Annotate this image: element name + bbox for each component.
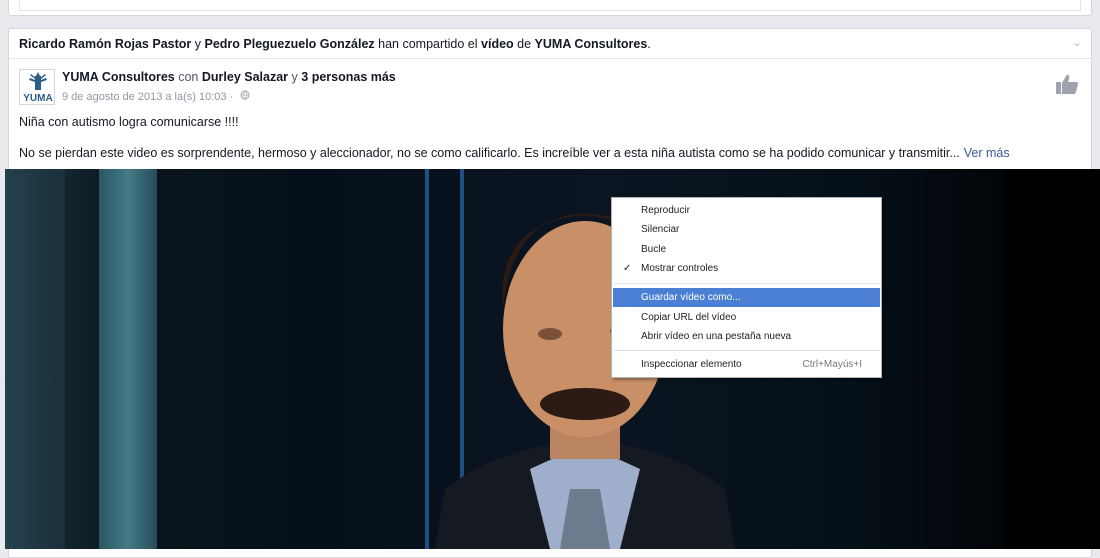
post-title: Niña con autismo logra comunicarse !!!! [19, 115, 239, 129]
previous-story-footer [19, 0, 1081, 11]
menu-item-show-controls[interactable]: ✓ Mostrar controles [613, 259, 880, 278]
privacy-globe-icon[interactable] [240, 90, 250, 103]
chevron-down-icon[interactable]: ⌄ [1071, 38, 1083, 49]
story-meta: 9 de agosto de 2013 a la(s) 10:03 · [62, 90, 250, 103]
others-link[interactable]: 3 personas más [301, 70, 396, 84]
post-body: No se pierdan este video es sorprendente… [19, 146, 1010, 160]
menu-item-copy-video-url[interactable]: Copiar URL del vídeo [613, 308, 880, 327]
menu-item-open-video-tab[interactable]: Abrir vídeo en una pestaña nueva [613, 327, 880, 346]
actor-line: YUMA Consultores con Durley Salazar y 3 … [62, 70, 396, 84]
author-link[interactable]: YUMA Consultores [62, 70, 175, 84]
avatar[interactable]: YUMA [19, 69, 55, 105]
story-header: Ricardo Ramón Rojas Pastor y Pedro Plegu… [9, 29, 1091, 59]
video-player[interactable] [5, 169, 1100, 549]
actor-link-1[interactable]: Ricardo Ramón Rojas Pastor [19, 37, 191, 51]
video-link[interactable]: vídeo [481, 37, 514, 51]
shortcut-label: Ctrl+Mayús+I [802, 359, 862, 370]
menu-separator [613, 283, 880, 284]
menu-item-play[interactable]: Reproducir [613, 201, 880, 220]
checkmark-icon: ✓ [623, 263, 632, 274]
context-menu: Reproducir Silenciar Bucle ✓ Mostrar con… [611, 197, 882, 378]
tagged-link[interactable]: Durley Salazar [202, 70, 288, 84]
menu-separator [613, 350, 880, 351]
menu-item-mute[interactable]: Silenciar [613, 220, 880, 239]
menu-item-loop[interactable]: Bucle [613, 240, 880, 259]
page-link[interactable]: YUMA Consultores [535, 37, 648, 51]
timestamp-link[interactable]: 9 de agosto de 2013 a la(s) 10:03 [62, 91, 227, 103]
like-thumb-icon[interactable] [1055, 73, 1079, 95]
see-more-link[interactable]: Ver más [964, 146, 1010, 160]
previous-story-card [8, 0, 1092, 16]
svg-text:YUMA: YUMA [23, 93, 52, 104]
menu-item-inspect[interactable]: Inspeccionar elemento Ctrl+Mayús+I [613, 355, 880, 374]
menu-item-save-video[interactable]: Guardar vídeo como... [613, 288, 880, 307]
actor-link-2[interactable]: Pedro Pleguezuelo González [204, 37, 374, 51]
